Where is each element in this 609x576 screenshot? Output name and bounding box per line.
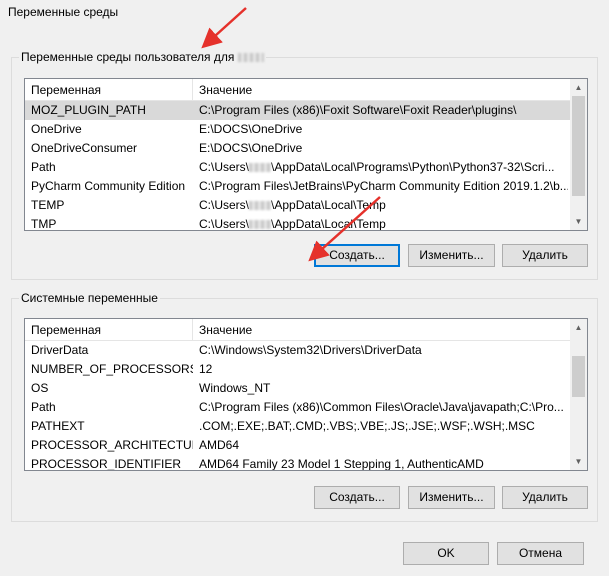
chevron-down-icon[interactable]: ▼ <box>570 453 587 470</box>
variable-name: PATHEXT <box>31 419 85 433</box>
annotation-arrow <box>201 7 247 49</box>
table-row[interactable]: PROCESSOR_ARCHITECTURE AMD64 <box>25 436 570 455</box>
value-suffix: \AppData\Local\Temp <box>271 217 386 231</box>
user-delete-button[interactable]: Удалить <box>502 244 588 267</box>
system-list-scrollbar[interactable]: ▲ ▼ <box>570 319 587 470</box>
system-new-button[interactable]: Создать... <box>314 486 400 509</box>
variable-name: OneDriveConsumer <box>31 141 138 155</box>
cancel-button[interactable]: Отмена <box>497 542 584 565</box>
variable-value: E:\DOCS\OneDrive <box>199 141 303 155</box>
table-row[interactable]: MOZ_PLUGIN_PATH C:\Program Files (x86)\Fo… <box>25 101 570 120</box>
system-scroll-thumb[interactable] <box>572 356 585 397</box>
variable-value: C:\Program Files\JetBrains\PyCharm Commu… <box>199 179 568 193</box>
value-prefix: C:\Users\ <box>199 198 250 212</box>
system-group-label: Системные переменные <box>19 291 160 305</box>
user-new-button[interactable]: Создать... <box>314 244 400 267</box>
variable-value: C:\Program Files (x86)\Common Files\Orac… <box>199 400 564 414</box>
value-suffix: \AppData\Local\Programs\Python\Python37-… <box>271 160 555 174</box>
user-group-label-text: Переменные среды пользователя для <box>21 50 235 64</box>
table-row[interactable]: DriverData C:\Windows\System32\Drivers\Dr… <box>25 341 570 360</box>
variable-name: NUMBER_OF_PROCESSORS <box>31 362 193 376</box>
chevron-down-icon[interactable]: ▼ <box>570 213 587 230</box>
table-row[interactable]: PATHEXT .COM;.EXE;.BAT;.CMD;.VBS;.VBE;.JS… <box>25 417 570 436</box>
variable-value: C:\Program Files (x86)\Foxit Software\Fo… <box>199 103 517 117</box>
table-row[interactable]: OneDrive E:\DOCS\OneDrive <box>25 120 570 139</box>
variable-name: PROCESSOR_ARCHITECTURE <box>31 438 193 452</box>
blurred-username <box>237 53 264 63</box>
variable-name: Path <box>31 160 56 174</box>
system-list-header: Переменная Значение <box>25 319 570 341</box>
system-edit-button[interactable]: Изменить... <box>408 486 495 509</box>
variable-name: TEMP <box>31 198 65 212</box>
blurred-username <box>249 163 272 173</box>
user-variables-list[interactable]: Переменная Значение MOZ_PLUGIN_PATH C:\Pr… <box>24 78 588 231</box>
variable-name: Path <box>31 400 56 414</box>
window-title: Переменные среды <box>8 5 119 19</box>
variable-name: OneDrive <box>31 122 82 136</box>
chevron-up-icon[interactable]: ▲ <box>570 319 587 336</box>
column-header-variable[interactable]: Переменная <box>25 319 193 341</box>
variable-value: .COM;.EXE;.BAT;.CMD;.VBS;.VBE;.JS;.JSE;.… <box>199 419 535 433</box>
variable-value: C:\Windows\System32\Drivers\DriverData <box>199 343 422 357</box>
variable-name: PROCESSOR_IDENTIFIER <box>31 457 182 471</box>
variable-name: TMP <box>31 217 57 231</box>
user-scroll-thumb[interactable] <box>572 96 585 196</box>
user-group-label: Переменные среды пользователя для <box>19 50 266 64</box>
system-list-rows: DriverData C:\Windows\System32\Drivers\Dr… <box>25 341 570 470</box>
table-row[interactable]: PROCESSOR_IDENTIFIER AMD64 Family 23 Mode… <box>25 455 570 471</box>
value-suffix: \AppData\Local\Temp <box>271 198 386 212</box>
value-prefix: C:\Users\ <box>199 217 250 231</box>
user-list-header: Переменная Значение <box>25 79 570 101</box>
value-prefix: C:\Users\ <box>199 160 250 174</box>
blurred-username <box>249 201 272 211</box>
blurred-username <box>249 220 272 230</box>
variable-value: E:\DOCS\OneDrive <box>199 122 303 136</box>
ok-button[interactable]: OK <box>403 542 489 565</box>
variable-value: C:\Users\ \AppData\Local\Temp <box>199 198 568 212</box>
table-row[interactable]: TEMP C:\Users\ \AppData\Local\Temp <box>25 196 570 215</box>
variable-name: PyCharm Community Edition <box>31 179 186 193</box>
table-row[interactable]: Path C:\Users\ \AppData\Local\Programs\Pyt… <box>25 158 570 177</box>
table-row[interactable]: TMP C:\Users\ \AppData\Local\Temp <box>25 215 570 231</box>
user-list-scrollbar[interactable]: ▲ ▼ <box>570 79 587 230</box>
table-row[interactable]: NUMBER_OF_PROCESSORS 12 <box>25 360 570 379</box>
variable-value: AMD64 Family 23 Model 1 Stepping 1, Auth… <box>199 457 484 471</box>
column-header-variable[interactable]: Переменная <box>25 79 193 101</box>
system-delete-button[interactable]: Удалить <box>502 486 588 509</box>
variable-value: AMD64 <box>199 438 240 452</box>
column-header-value[interactable]: Значение <box>193 319 570 341</box>
environment-variables-dialog: Переменные среды Переменные среды пользо… <box>0 0 609 576</box>
variable-value: C:\Users\ \AppData\Local\Programs\Python\… <box>199 160 568 174</box>
user-edit-button[interactable]: Изменить... <box>408 244 495 267</box>
column-header-value[interactable]: Значение <box>193 79 570 101</box>
variable-name: OS <box>31 381 49 395</box>
variable-name: MOZ_PLUGIN_PATH <box>31 103 146 117</box>
table-row[interactable]: Path C:\Program Files (x86)\Common Files\… <box>25 398 570 417</box>
table-row[interactable]: OS Windows_NT <box>25 379 570 398</box>
user-list-rows: MOZ_PLUGIN_PATH C:\Program Files (x86)\Fo… <box>25 101 570 230</box>
system-variables-list[interactable]: Переменная Значение DriverData C:\Windows… <box>24 318 588 471</box>
table-row[interactable]: OneDriveConsumer E:\DOCS\OneDrive <box>25 139 570 158</box>
table-row[interactable]: PyCharm Community Edition C:\Program File… <box>25 177 570 196</box>
variable-value: C:\Users\ \AppData\Local\Temp <box>199 217 568 231</box>
variable-name: DriverData <box>31 343 89 357</box>
variable-value: 12 <box>199 362 213 376</box>
variable-value: Windows_NT <box>199 381 271 395</box>
chevron-up-icon[interactable]: ▲ <box>570 79 587 96</box>
